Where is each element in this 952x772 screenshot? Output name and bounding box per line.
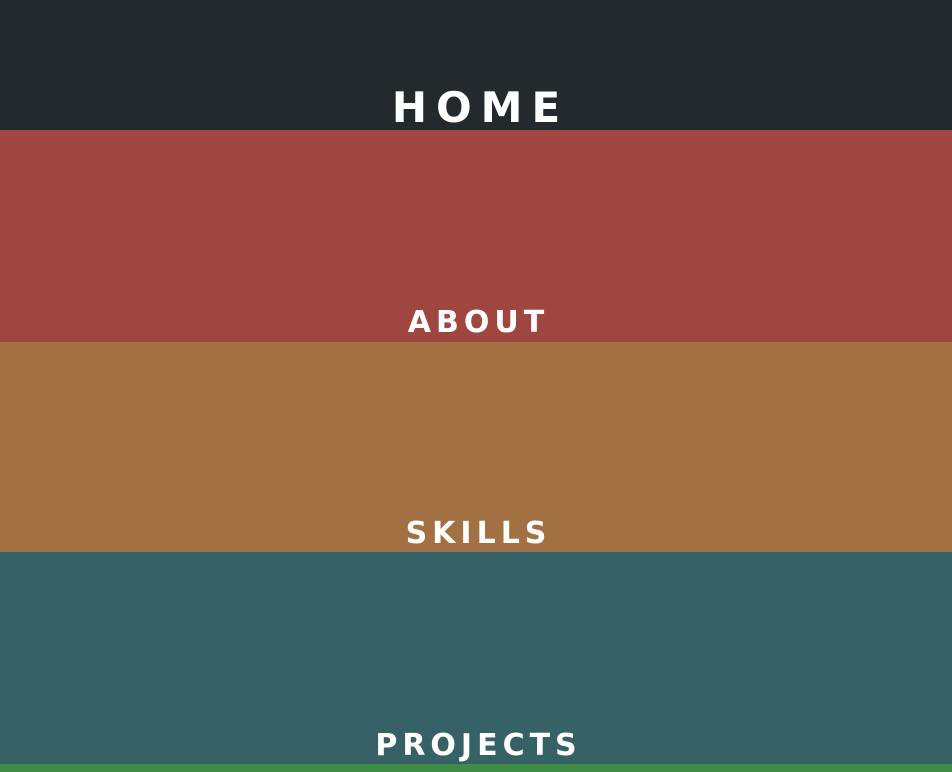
nav-home-label: HOME [391, 83, 570, 132]
nav-projects-link[interactable]: PROJECTS [0, 552, 952, 764]
nav-home-link[interactable]: HOME [0, 0, 952, 132]
nav-projects-label: PROJECTS [375, 728, 582, 763]
nav-about-label: ABOUT [407, 305, 550, 340]
nav-skills-label: SKILLS [405, 516, 552, 551]
next-section-band[interactable] [0, 764, 952, 772]
nav-about-link[interactable]: ABOUT [0, 130, 952, 342]
nav-skills-link[interactable]: SKILLS [0, 342, 952, 552]
